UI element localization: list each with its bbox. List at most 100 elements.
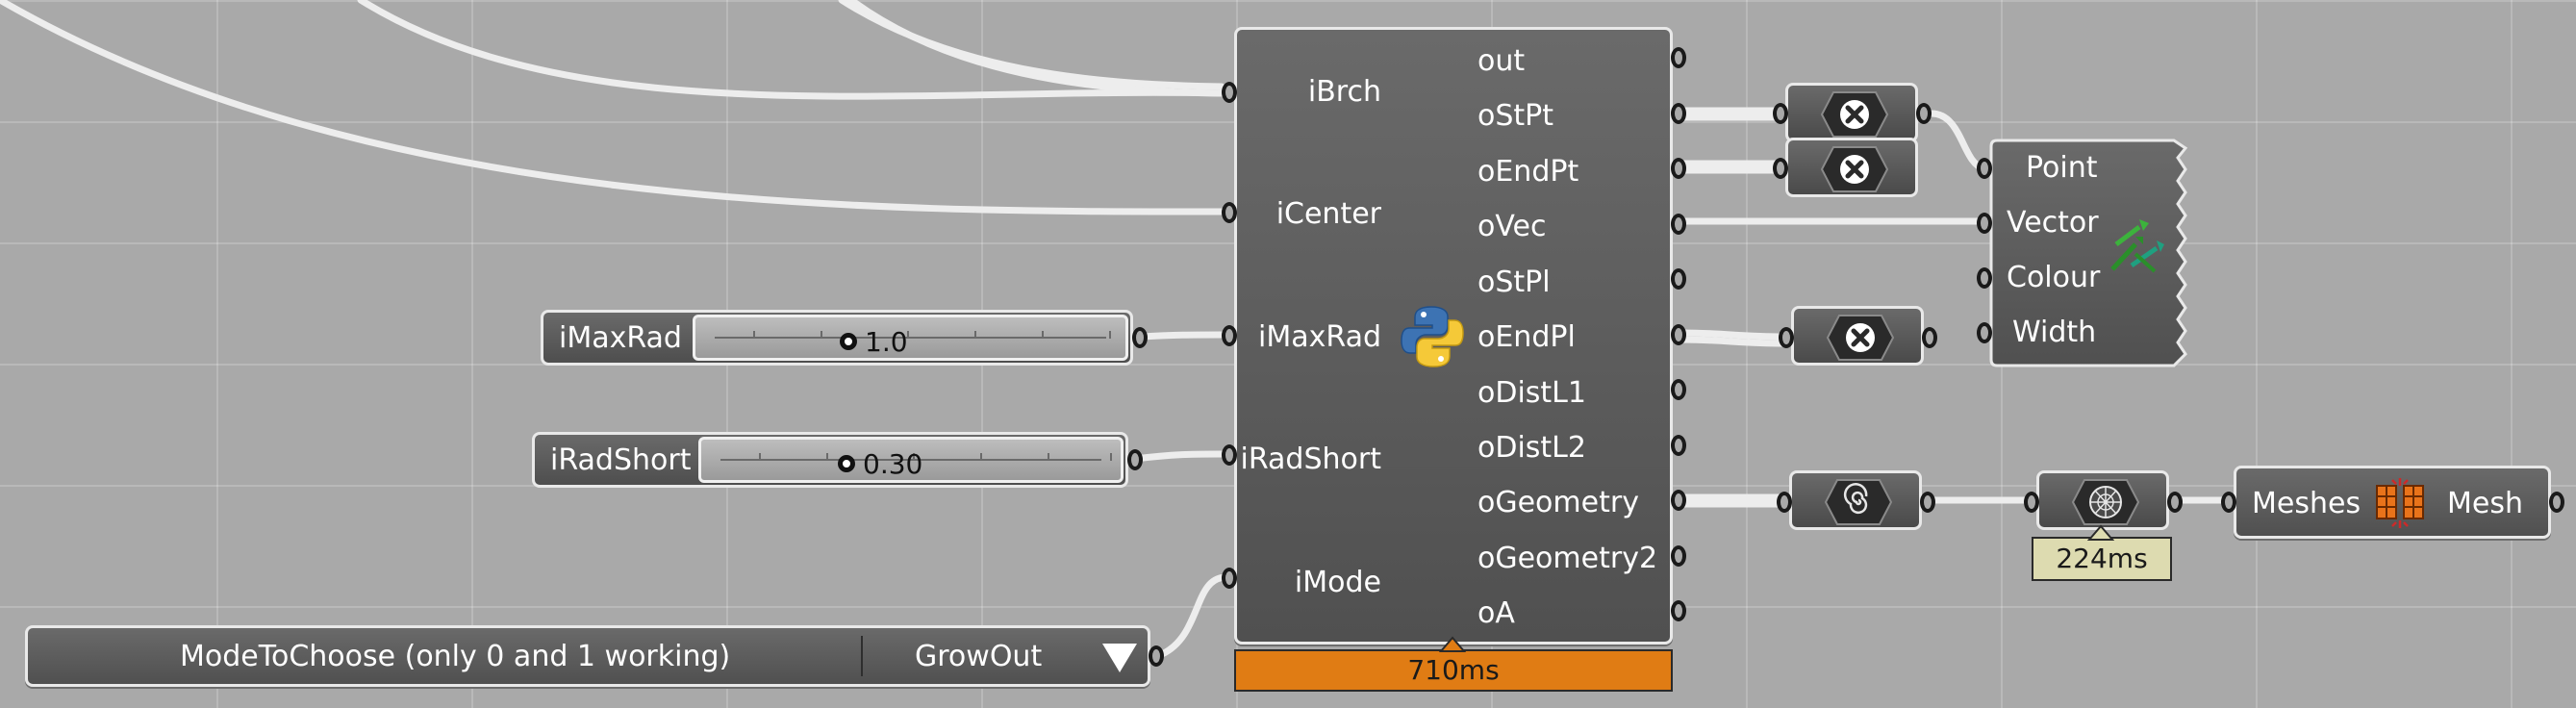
- slider-name-iradshort: iRadShort: [550, 442, 692, 477]
- input-label-point: Point: [2026, 151, 2098, 185]
- output-label-mesh: Mesh: [2447, 487, 2523, 520]
- input-grip-imode[interactable]: [1222, 568, 1237, 589]
- slider-value: 1.0: [865, 326, 908, 358]
- output-label-ostpl: oStPl: [1477, 266, 1551, 299]
- disabled-component-2[interactable]: [1785, 138, 1918, 197]
- number-slider-iradshort[interactable]: iRadShort 0.30: [532, 432, 1128, 488]
- slider-value: 0.30: [863, 448, 923, 480]
- output-grip-oa[interactable]: [1671, 600, 1686, 621]
- output-label-ovec: oVec: [1477, 210, 1547, 243]
- disabled-component-3[interactable]: [1791, 306, 1924, 366]
- wire: [1678, 336, 1788, 347]
- output-label-oendpt: oEndPt: [1477, 155, 1579, 189]
- mesh-join-icon: [2376, 478, 2424, 528]
- output-grip-ogeometry2[interactable]: [1671, 545, 1686, 567]
- component-input-grip[interactable]: [1773, 158, 1788, 179]
- dropdown-arrow-icon[interactable]: [1100, 642, 1139, 674]
- component-output-grip[interactable]: [2167, 492, 2183, 513]
- value-list-mode[interactable]: ModeToChoose (only 0 and 1 working) Grow…: [25, 625, 1150, 687]
- input-grip-colour[interactable]: [1977, 267, 1992, 289]
- wire: [0, 0, 1225, 215]
- output-label-odistl2: oDistL2: [1477, 431, 1586, 465]
- slider-track-iradshort[interactable]: 0.30: [698, 437, 1124, 483]
- output-grip-oendpl[interactable]: [1671, 324, 1686, 345]
- python-logo-icon: [1400, 304, 1465, 369]
- output-grip-mesh[interactable]: [2549, 492, 2564, 513]
- vector-display-component[interactable]: Point Vector Colour Width: [1989, 139, 2189, 369]
- vector-display-icon: [2110, 219, 2164, 273]
- output-grip-out[interactable]: [1671, 47, 1686, 68]
- input-grip-meshes[interactable]: [2221, 492, 2236, 513]
- input-label-meshes: Meshes: [2252, 487, 2361, 520]
- input-label-colour: Colour: [2007, 261, 2101, 294]
- timing-pointer-icon: [1439, 636, 1466, 652]
- value-list-selected[interactable]: GrowOut: [915, 643, 1042, 671]
- profiler-timing-bar: 710ms: [1234, 649, 1673, 692]
- mesh-settings-timing-label: 224ms: [2056, 543, 2148, 574]
- wire: [1158, 573, 1230, 658]
- wire: [1138, 331, 1225, 341]
- disabled-component-1[interactable]: [1785, 83, 1918, 142]
- component-input-grip[interactable]: [1777, 492, 1792, 513]
- spiral-component[interactable]: [1789, 470, 1922, 530]
- input-grip-ibrch[interactable]: [1222, 82, 1237, 103]
- component-input-grip[interactable]: [2024, 492, 2039, 513]
- number-slider-imaxrad[interactable]: iMaxRad 1.0: [541, 310, 1133, 366]
- slider-knob[interactable]: [840, 333, 857, 350]
- input-grip-point[interactable]: [1977, 158, 1992, 179]
- value-list-label: ModeToChoose (only 0 and 1 working): [180, 640, 731, 673]
- input-grip-iradshort[interactable]: [1222, 444, 1237, 466]
- wire: [1131, 450, 1225, 463]
- component-input-grip[interactable]: [1773, 103, 1788, 124]
- output-grip-ostpt[interactable]: [1671, 103, 1686, 124]
- close-icon: [1820, 146, 1889, 192]
- mesh-join-component[interactable]: Meshes Mesh: [2234, 466, 2551, 539]
- output-label-ogeometry: oGeometry: [1477, 486, 1639, 519]
- timing-pointer-icon: [2087, 524, 2114, 541]
- input-label-ibrch: iBrch: [1307, 75, 1381, 109]
- input-grip-width[interactable]: [1977, 322, 1992, 343]
- wire: [1928, 110, 1987, 172]
- component-output-grip[interactable]: [1922, 327, 1937, 348]
- wire: [1678, 329, 1788, 341]
- slider-name-imaxrad: iMaxRad: [559, 320, 682, 355]
- sphere-mesh-icon: [2071, 479, 2140, 525]
- output-grip-odistl2[interactable]: [1671, 435, 1686, 456]
- input-label-icenter: iCenter: [1275, 197, 1381, 231]
- output-label-out: out: [1477, 44, 1526, 78]
- component-output-grip[interactable]: [1916, 103, 1932, 124]
- wire: [847, 0, 1225, 97]
- input-label-width: Width: [2012, 316, 2097, 349]
- close-icon: [1826, 315, 1895, 361]
- python-script-component[interactable]: iBrch iCenter iMaxRad iRadShort iMode ou…: [1234, 27, 1673, 645]
- output-grip-ovec[interactable]: [1671, 214, 1686, 235]
- output-label-ogeometry2: oGeometry2: [1477, 542, 1658, 575]
- spiral-icon: [1824, 479, 1893, 525]
- input-grip-imaxrad[interactable]: [1222, 325, 1237, 346]
- mesh-settings-timing: 224ms: [2032, 537, 2172, 581]
- input-grip-vector[interactable]: [1977, 213, 1992, 234]
- input-label-vector: Vector: [2007, 206, 2099, 240]
- input-label-imaxrad: iMaxRad: [1258, 320, 1381, 354]
- slider-output-grip-iradshort[interactable]: [1127, 449, 1143, 470]
- profiler-timing-label: 710ms: [1407, 654, 1500, 686]
- input-label-imode: iMode: [1294, 566, 1381, 599]
- output-grip-odistl1[interactable]: [1671, 379, 1686, 400]
- value-list-output-grip[interactable]: [1149, 645, 1164, 667]
- output-grip-oendpt[interactable]: [1671, 158, 1686, 179]
- output-label-oendpl: oEndPl: [1477, 320, 1576, 354]
- output-grip-ostpl[interactable]: [1671, 268, 1686, 290]
- mesh-settings-component[interactable]: [2036, 470, 2169, 530]
- slider-knob[interactable]: [838, 455, 855, 472]
- component-output-grip[interactable]: [1920, 492, 1935, 513]
- slider-track-imaxrad[interactable]: 1.0: [693, 315, 1128, 361]
- output-label-odistl1: oDistL1: [1477, 376, 1586, 410]
- input-label-iradshort: iRadShort: [1240, 442, 1381, 476]
- component-input-grip[interactable]: [1779, 327, 1794, 348]
- input-grip-icenter[interactable]: [1222, 202, 1237, 223]
- output-grip-ogeometry[interactable]: [1671, 490, 1686, 511]
- value-list-divider: [861, 636, 863, 676]
- output-label-oa: oA: [1477, 596, 1515, 630]
- slider-output-grip-imaxrad[interactable]: [1132, 327, 1148, 348]
- output-label-ostpt: oStPt: [1477, 99, 1554, 133]
